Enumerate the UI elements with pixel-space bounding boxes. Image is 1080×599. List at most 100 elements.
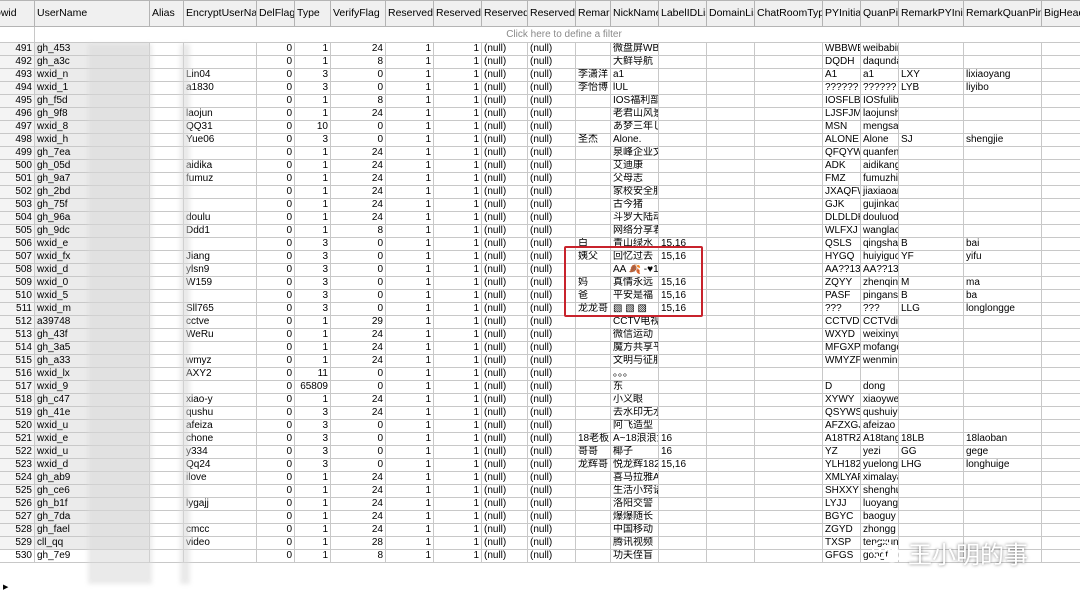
- table-cell[interactable]: [706, 159, 755, 173]
- table-cell[interactable]: wanglao: [860, 224, 899, 238]
- table-cell[interactable]: [963, 120, 1042, 134]
- table-cell[interactable]: [1041, 380, 1080, 394]
- table-cell[interactable]: [706, 276, 755, 290]
- table-cell[interactable]: (null): [481, 393, 528, 407]
- table-cell[interactable]: douluod: [860, 211, 899, 225]
- table-cell[interactable]: [1041, 159, 1080, 173]
- table-cell[interactable]: [658, 419, 707, 433]
- table-cell[interactable]: 老君山风景: [610, 107, 659, 121]
- table-cell[interactable]: [963, 224, 1042, 238]
- table-cell[interactable]: SHXXY: [822, 484, 861, 498]
- table-cell[interactable]: 1: [294, 224, 331, 238]
- table-cell[interactable]: 8: [330, 94, 386, 108]
- table-cell[interactable]: [149, 289, 184, 303]
- table-cell[interactable]: [658, 55, 707, 69]
- table-cell[interactable]: 493: [0, 68, 35, 82]
- table-cell[interactable]: 椰子: [610, 445, 659, 459]
- table-cell[interactable]: 去水印无水印: [610, 406, 659, 420]
- table-cell[interactable]: 24: [330, 328, 386, 342]
- table-cell[interactable]: 0: [256, 354, 295, 368]
- table-cell[interactable]: (null): [481, 497, 528, 511]
- table-cell[interactable]: 0: [256, 536, 295, 550]
- table-cell[interactable]: [149, 81, 184, 95]
- table-cell[interactable]: [149, 380, 184, 394]
- table-cell[interactable]: DLDLDH: [822, 211, 861, 225]
- table-cell[interactable]: 大鲜导航: [610, 55, 659, 69]
- table-cell[interactable]: ??????: [822, 81, 861, 95]
- table-cell[interactable]: [706, 549, 755, 563]
- table-cell[interactable]: Alone.: [610, 133, 659, 147]
- table-cell[interactable]: [754, 406, 823, 420]
- table-cell[interactable]: ma: [963, 276, 1042, 290]
- table-cell[interactable]: 1: [433, 263, 482, 277]
- table-cell[interactable]: 0: [256, 159, 295, 173]
- table-cell[interactable]: (null): [481, 55, 528, 69]
- table-cell[interactable]: 1: [433, 211, 482, 225]
- table-cell[interactable]: (null): [527, 276, 576, 290]
- table-cell[interactable]: mengsar: [860, 120, 899, 134]
- table-cell[interactable]: (null): [481, 120, 528, 134]
- table-cell[interactable]: MFGXPT: [822, 341, 861, 355]
- table-cell[interactable]: M: [898, 276, 964, 290]
- table-cell[interactable]: 1: [433, 172, 482, 186]
- table-cell[interactable]: qingshar: [860, 237, 899, 251]
- table-cell[interactable]: 0: [256, 224, 295, 238]
- table-cell[interactable]: (null): [481, 250, 528, 264]
- table-cell[interactable]: [963, 393, 1042, 407]
- column-header[interactable]: EncryptUserName: [183, 0, 257, 27]
- table-cell[interactable]: [149, 510, 184, 524]
- table-cell[interactable]: [658, 146, 707, 160]
- table-cell[interactable]: 3: [294, 263, 331, 277]
- table-cell[interactable]: [1041, 172, 1080, 186]
- table-cell[interactable]: [754, 380, 823, 394]
- table-cell[interactable]: [575, 185, 611, 199]
- table-cell[interactable]: 0: [330, 263, 386, 277]
- table-cell[interactable]: [575, 94, 611, 108]
- table-cell[interactable]: A1: [822, 68, 861, 82]
- table-cell[interactable]: gege: [963, 445, 1042, 459]
- table-cell[interactable]: 522: [0, 445, 35, 459]
- table-cell[interactable]: 0: [256, 471, 295, 485]
- table-cell[interactable]: 524: [0, 471, 35, 485]
- table-cell[interactable]: 1: [385, 393, 434, 407]
- table-cell[interactable]: y334: [183, 445, 257, 459]
- table-cell[interactable]: 1: [385, 172, 434, 186]
- table-cell[interactable]: (null): [527, 211, 576, 225]
- table-cell[interactable]: 0: [330, 367, 386, 381]
- table-cell[interactable]: [963, 159, 1042, 173]
- table-cell[interactable]: 回忆过去: [610, 250, 659, 264]
- table-cell[interactable]: [658, 510, 707, 524]
- table-cell[interactable]: [898, 328, 964, 342]
- table-cell[interactable]: 1: [385, 549, 434, 563]
- table-cell[interactable]: 1: [385, 211, 434, 225]
- table-cell[interactable]: [706, 328, 755, 342]
- table-cell[interactable]: [149, 185, 184, 199]
- table-cell[interactable]: [575, 471, 611, 485]
- table-cell[interactable]: [149, 393, 184, 407]
- table-cell[interactable]: [183, 341, 257, 355]
- table-row[interactable]: 510 wxid_5 0 3 0 1 1 (null) (null) 爸平安是福 15,16 PASF…: [0, 289, 1080, 303]
- table-cell[interactable]: 李怡博: [575, 81, 611, 95]
- table-cell[interactable]: 1: [294, 107, 331, 121]
- table-cell[interactable]: 24: [330, 42, 386, 56]
- column-header[interactable]: owid: [0, 0, 35, 27]
- table-cell[interactable]: [183, 510, 257, 524]
- table-cell[interactable]: WLFXJ: [822, 224, 861, 238]
- table-cell[interactable]: weibabir: [860, 42, 899, 56]
- table-cell[interactable]: [754, 107, 823, 121]
- table-cell[interactable]: 3: [294, 432, 331, 446]
- table-cell[interactable]: [754, 120, 823, 134]
- table-cell[interactable]: Alone: [860, 133, 899, 147]
- table-cell[interactable]: 15,16: [658, 250, 707, 264]
- table-cell[interactable]: [1041, 94, 1080, 108]
- table-cell[interactable]: [658, 42, 707, 56]
- table-cell[interactable]: [898, 172, 964, 186]
- table-cell[interactable]: 15,16: [658, 276, 707, 290]
- table-cell[interactable]: 0: [256, 315, 295, 329]
- table-cell[interactable]: SJ: [898, 133, 964, 147]
- table-cell[interactable]: IOSfulibu: [860, 94, 899, 108]
- table-cell[interactable]: (null): [481, 94, 528, 108]
- table-cell[interactable]: xiaoywer: [860, 393, 899, 407]
- table-cell[interactable]: 1: [433, 393, 482, 407]
- table-cell[interactable]: (null): [527, 432, 576, 446]
